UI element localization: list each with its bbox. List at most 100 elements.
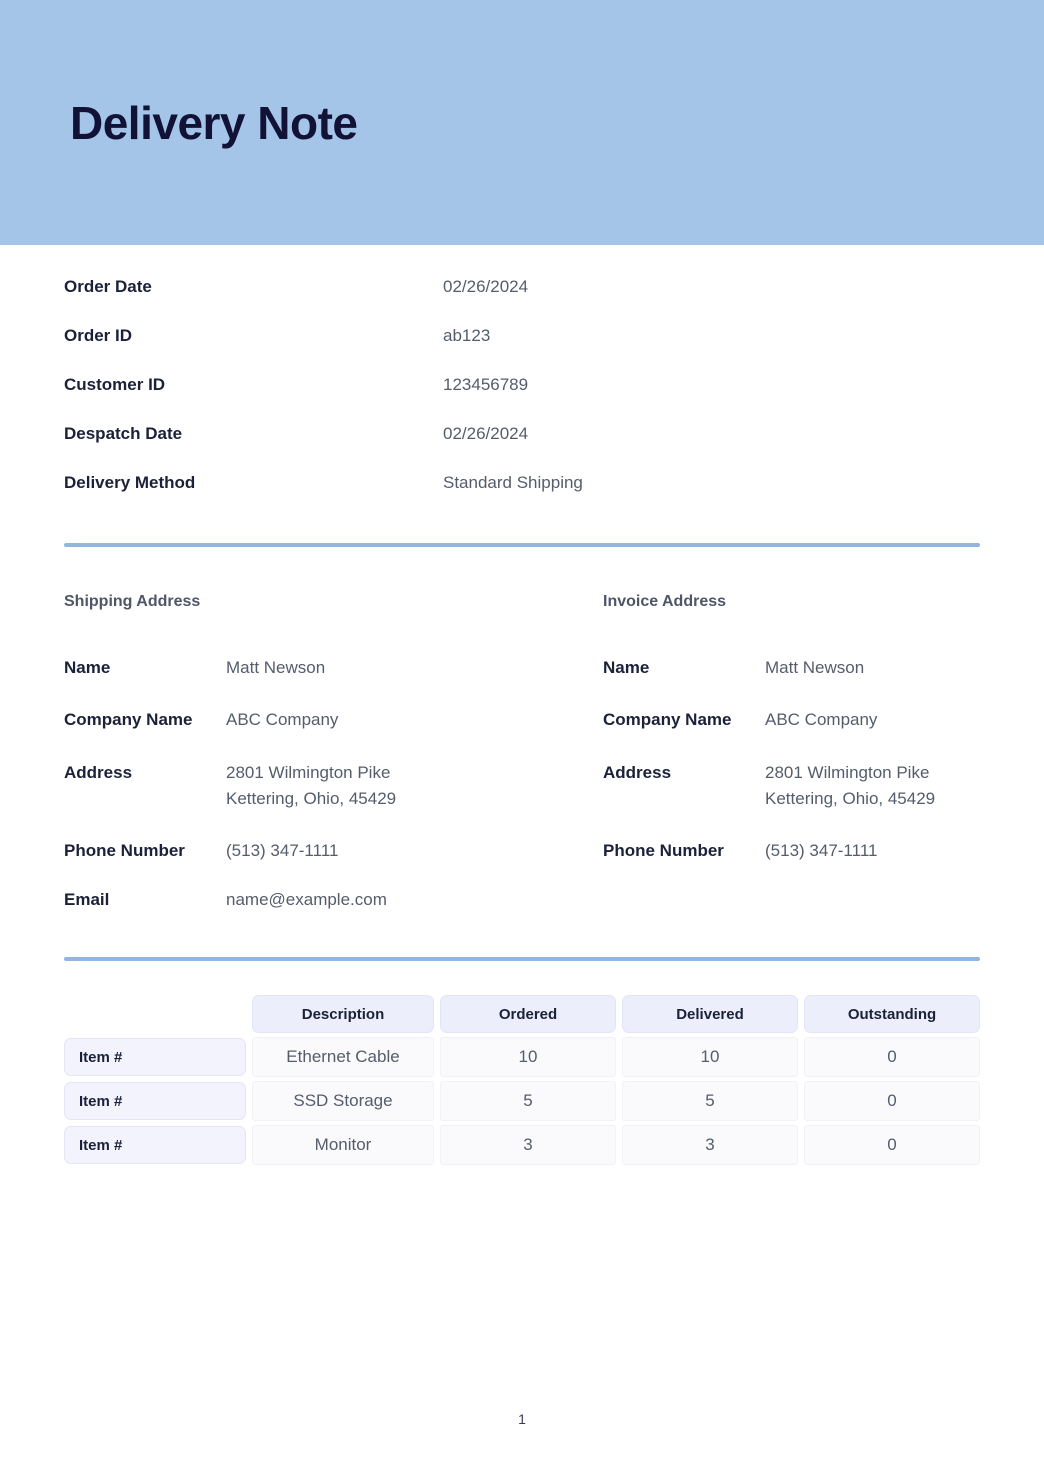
table-row: Item # Monitor 3 3 0 xyxy=(64,1125,980,1166)
shipping-value-phone-number: (513) 347-1111 xyxy=(226,841,339,861)
item-outstanding-value: 0 xyxy=(804,1081,980,1122)
items-table-body: Item # Ethernet Cable 10 10 0 Item # SSD… xyxy=(64,1037,980,1166)
item-delivered-value: 3 xyxy=(622,1125,798,1166)
shipping-row-company-name: Company Name ABC Company xyxy=(64,707,603,733)
item-number-field[interactable]: Item # xyxy=(64,1038,246,1077)
items-table-head: Description Ordered Delivered Outstandin… xyxy=(64,995,980,1034)
items-cell-outstanding: 0 xyxy=(804,1037,980,1078)
items-header-item xyxy=(64,995,246,1033)
item-ordered-value: 5 xyxy=(440,1081,616,1122)
summary-label-order-id: Order ID xyxy=(64,326,133,345)
invoice-label-phone-number: Phone Number xyxy=(603,841,724,861)
item-description-value: Ethernet Cable xyxy=(252,1037,434,1078)
items-header-ordered: Ordered xyxy=(440,995,616,1034)
invoice-value-name: Matt Newson xyxy=(765,658,865,677)
invoice-row-name: Name Matt Newson xyxy=(603,655,1044,681)
invoice-address-heading: Invoice Address xyxy=(603,593,727,610)
order-summary-section: Order Date 02/26/2024 Order ID ab123 Cus… xyxy=(64,245,980,522)
shipping-row-email: Email name@example.com xyxy=(64,887,603,913)
invoice-label-name: Name xyxy=(603,658,650,677)
shipping-label-name: Name xyxy=(64,658,111,677)
items-cell-description: Monitor xyxy=(252,1125,434,1166)
page-number: 1 xyxy=(518,1411,526,1427)
shipping-row-address: Address 2801 Wilmington Pike Kettering, … xyxy=(64,760,603,813)
item-description-value: SSD Storage xyxy=(252,1081,434,1122)
summary-row-despatch-date: Despatch Date 02/26/2024 xyxy=(64,424,980,473)
items-table-header-row: Description Ordered Delivered Outstandin… xyxy=(64,995,980,1034)
shipping-label-phone-number: Phone Number xyxy=(64,841,185,861)
summary-value-despatch-date: 02/26/2024 xyxy=(443,424,529,443)
items-header-description: Description xyxy=(252,995,434,1034)
summary-label-customer-id: Customer ID xyxy=(64,375,166,394)
table-row: Item # Ethernet Cable 10 10 0 xyxy=(64,1037,980,1078)
items-header-description-label: Description xyxy=(252,995,434,1034)
items-header-delivered: Delivered xyxy=(622,995,798,1034)
invoice-row-company-name: Company Name ABC Company xyxy=(603,707,1044,733)
summary-row-customer-id: Customer ID 123456789 xyxy=(64,375,980,424)
invoice-label-address: Address xyxy=(603,762,672,782)
summary-row-order-date: Order Date 02/26/2024 xyxy=(64,277,980,326)
shipping-value-address: 2801 Wilmington Pike Kettering, Ohio, 45… xyxy=(226,762,397,809)
item-ordered-value: 3 xyxy=(440,1125,616,1166)
item-ordered-value: 10 xyxy=(440,1037,616,1078)
items-cell-outstanding: 0 xyxy=(804,1125,980,1166)
document-body: Order Date 02/26/2024 Order ID ab123 Cus… xyxy=(0,245,1044,1169)
summary-row-order-id: Order ID ab123 xyxy=(64,326,980,375)
summary-value-delivery-method: Standard Shipping xyxy=(443,473,583,492)
summary-label-delivery-method: Delivery Method xyxy=(64,473,196,492)
invoice-address-block: Invoice Address Name Matt Newson Company… xyxy=(603,593,1044,935)
summary-label-order-date: Order Date xyxy=(64,277,152,296)
items-cell-outstanding: 0 xyxy=(804,1081,980,1122)
page-title: Delivery Note xyxy=(70,96,358,149)
shipping-value-company-name: ABC Company xyxy=(226,710,339,730)
shipping-label-address: Address xyxy=(64,762,133,782)
items-header-outstanding-label: Outstanding xyxy=(804,995,980,1034)
items-section: Description Ordered Delivered Outstandin… xyxy=(64,961,980,1169)
shipping-value-name: Matt Newson xyxy=(226,658,326,677)
summary-value-order-date: 02/26/2024 xyxy=(443,277,529,296)
shipping-address-block: Shipping Address Name Matt Newson Compan… xyxy=(64,593,603,935)
items-cell-delivered: 10 xyxy=(622,1037,798,1078)
table-row: Item # SSD Storage 5 5 0 xyxy=(64,1081,980,1122)
summary-value-customer-id: 123456789 xyxy=(443,375,529,394)
items-header-delivered-label: Delivered xyxy=(622,995,798,1034)
item-number-field[interactable]: Item # xyxy=(64,1126,246,1165)
document-header-banner: Delivery Note xyxy=(0,0,1044,245)
invoice-value-company-name: ABC Company xyxy=(765,710,878,730)
items-cell-item: Item # xyxy=(64,1037,246,1077)
item-delivered-value: 5 xyxy=(622,1081,798,1122)
shipping-label-email: Email xyxy=(64,889,110,909)
item-number-field[interactable]: Item # xyxy=(64,1082,246,1121)
items-cell-ordered: 10 xyxy=(440,1037,616,1078)
items-cell-ordered: 5 xyxy=(440,1081,616,1122)
item-outstanding-value: 0 xyxy=(804,1037,980,1078)
items-cell-item: Item # xyxy=(64,1125,246,1165)
items-cell-description: Ethernet Cable xyxy=(252,1037,434,1078)
item-outstanding-value: 0 xyxy=(804,1125,980,1166)
item-description-value: Monitor xyxy=(252,1125,434,1166)
summary-label-despatch-date: Despatch Date xyxy=(64,424,183,443)
invoice-value-phone-number: (513) 347-1111 xyxy=(765,841,878,861)
items-table: Description Ordered Delivered Outstandin… xyxy=(58,991,986,1169)
summary-value-order-id: ab123 xyxy=(443,326,491,345)
shipping-row-phone-number: Phone Number (513) 347-1111 xyxy=(64,838,603,864)
shipping-address-heading: Shipping Address xyxy=(64,593,201,610)
addresses-section: Shipping Address Name Matt Newson Compan… xyxy=(64,547,980,935)
item-delivered-value: 10 xyxy=(622,1037,798,1078)
items-cell-description: SSD Storage xyxy=(252,1081,434,1122)
items-cell-delivered: 5 xyxy=(622,1081,798,1122)
items-cell-ordered: 3 xyxy=(440,1125,616,1166)
shipping-label-company-name: Company Name xyxy=(64,710,193,730)
invoice-value-address: 2801 Wilmington Pike Kettering, Ohio, 45… xyxy=(765,762,936,809)
invoice-row-address: Address 2801 Wilmington Pike Kettering, … xyxy=(603,760,1044,813)
shipping-row-name: Name Matt Newson xyxy=(64,655,603,681)
items-cell-delivered: 3 xyxy=(622,1125,798,1166)
invoice-row-phone-number: Phone Number (513) 347-1111 xyxy=(603,838,1044,864)
items-header-item-blank xyxy=(64,996,246,1032)
invoice-label-company-name: Company Name xyxy=(603,710,732,730)
items-cell-item: Item # xyxy=(64,1081,246,1121)
shipping-value-email: name@example.com xyxy=(226,889,387,909)
items-header-outstanding: Outstanding xyxy=(804,995,980,1034)
summary-row-delivery-method: Delivery Method Standard Shipping xyxy=(64,473,980,522)
items-header-ordered-label: Ordered xyxy=(440,995,616,1034)
